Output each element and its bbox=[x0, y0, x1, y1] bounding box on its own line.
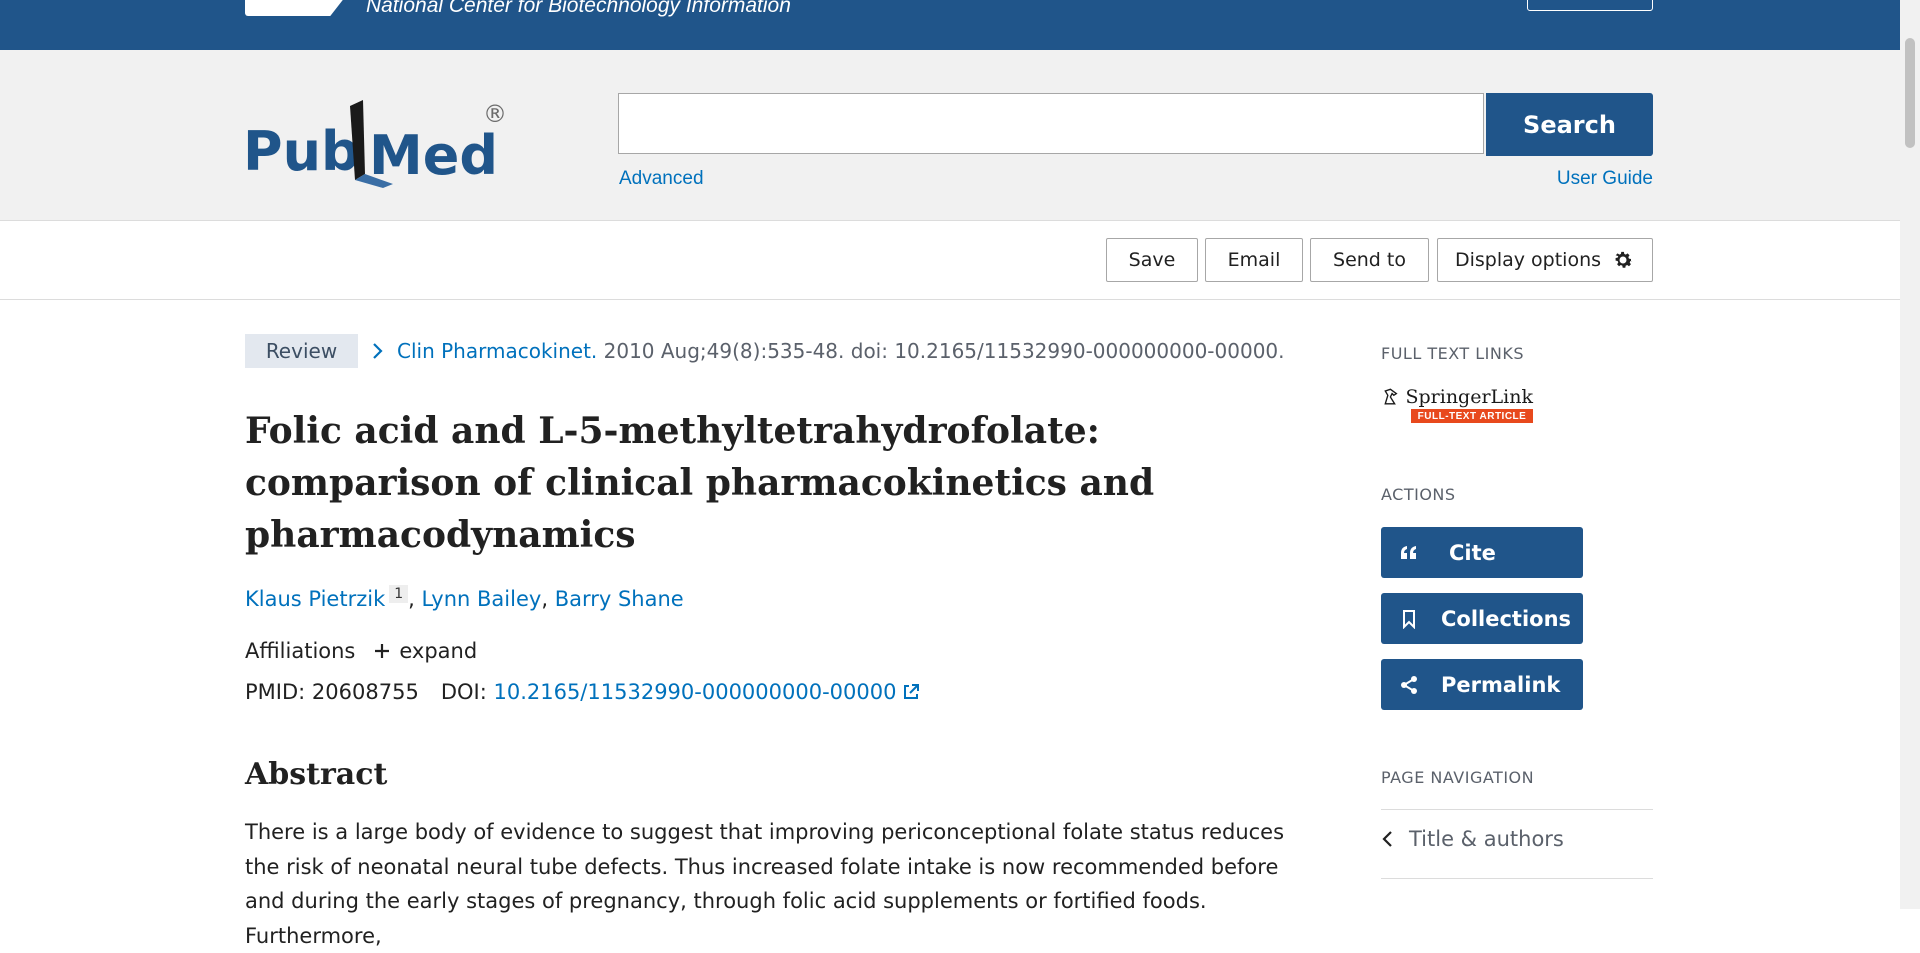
nav-divider bbox=[1381, 809, 1653, 810]
nav-item-label: Title & authors bbox=[1409, 827, 1564, 851]
search-input[interactable] bbox=[618, 93, 1484, 154]
permalink-label: Permalink bbox=[1441, 672, 1561, 697]
authors-list: Klaus Pietrzik 1, Lynn Bailey, Barry Shan… bbox=[245, 585, 684, 611]
send-to-button[interactable]: Send to bbox=[1310, 238, 1429, 282]
ncbi-top-bar: National Center for Biotechnology Inform… bbox=[0, 0, 1900, 50]
article-identifiers: PMID: 20608755 DOI: 10.2165/11532990-000… bbox=[245, 680, 920, 704]
advanced-search-link[interactable]: Advanced bbox=[619, 168, 704, 190]
affiliation-number[interactable]: 1 bbox=[389, 585, 409, 603]
publication-type-badge: Review bbox=[245, 334, 358, 368]
email-button[interactable]: Email bbox=[1205, 238, 1303, 282]
journal-link[interactable]: Clin Pharmacokinet. bbox=[397, 339, 597, 363]
display-options-label: Display options bbox=[1454, 249, 1602, 271]
expand-label: expand bbox=[399, 639, 478, 663]
springerlink-button[interactable]: SpringerLink FULL-TEXT ARTICLE bbox=[1381, 384, 1533, 426]
author-link[interactable]: Barry Shane bbox=[555, 587, 684, 611]
affiliations-label: Affiliations bbox=[245, 639, 356, 663]
abstract-heading: Abstract bbox=[245, 757, 388, 792]
springerlink-label: SpringerLink bbox=[1405, 385, 1533, 408]
user-guide-link[interactable]: User Guide bbox=[1557, 168, 1653, 190]
springerlink-logo: SpringerLink bbox=[1381, 384, 1533, 409]
share-icon bbox=[1401, 675, 1417, 694]
doi-link[interactable]: 10.2165/11532990-000000000-00000 bbox=[493, 680, 896, 704]
springer-horse-icon bbox=[1384, 388, 1398, 405]
actions-heading: ACTIONS bbox=[1381, 485, 1456, 504]
pubmed-logo[interactable]: Pub Med ® bbox=[243, 88, 513, 188]
gear-icon bbox=[1615, 251, 1633, 268]
ncbi-name[interactable]: National Center for Biotechnology Inform… bbox=[366, 0, 791, 18]
article-toolbar: Save Email Send to Display options bbox=[0, 221, 1900, 300]
article-title: Folic acid and L-5-methyltetrahydrofolat… bbox=[245, 410, 1155, 556]
registered-mark: ® bbox=[483, 100, 507, 128]
page-navigation-heading: PAGE NAVIGATION bbox=[1381, 768, 1535, 787]
citation-details: 2010 Aug;49(8):535-48. doi: 10.2165/1153… bbox=[597, 339, 1285, 363]
page-scrollbar[interactable] bbox=[1900, 0, 1920, 909]
external-link-icon[interactable] bbox=[902, 683, 920, 701]
send-to-label: Send to bbox=[1333, 249, 1406, 271]
plus-icon bbox=[375, 644, 390, 658]
collections-button[interactable]: Collections bbox=[1381, 593, 1583, 644]
quote-icon bbox=[1401, 545, 1416, 559]
nav-divider bbox=[1381, 878, 1653, 879]
save-label: Save bbox=[1128, 249, 1176, 271]
email-label: Email bbox=[1227, 249, 1281, 271]
pmid-label: PMID: bbox=[245, 680, 306, 704]
nav-item-title-authors[interactable]: Title & authors bbox=[1381, 827, 1564, 851]
author-link[interactable]: Lynn Bailey bbox=[422, 587, 542, 611]
chevron-left-icon bbox=[1382, 831, 1392, 847]
search-button[interactable]: Search bbox=[1486, 93, 1653, 156]
abstract-text: There is a large body of evidence to sug… bbox=[245, 820, 1285, 948]
save-button[interactable]: Save bbox=[1106, 238, 1198, 282]
author-separator: , bbox=[541, 587, 555, 611]
author-link[interactable]: Klaus Pietrzik bbox=[245, 587, 385, 611]
bookmark-icon bbox=[1403, 609, 1415, 629]
collections-label: Collections bbox=[1441, 606, 1572, 631]
pubmed-logo-text-right: Med bbox=[369, 124, 498, 187]
cite-label: Cite bbox=[1449, 540, 1496, 565]
full-text-article-label: FULL-TEXT ARTICLE bbox=[1411, 409, 1533, 423]
pubmed-logo-text-left: Pub bbox=[243, 120, 360, 183]
permalink-button[interactable]: Permalink bbox=[1381, 659, 1583, 710]
ncbi-logo[interactable] bbox=[245, 0, 349, 16]
citation-line: Clin Pharmacokinet. 2010 Aug;49(8):535-4… bbox=[397, 339, 1285, 363]
affiliations-toggle[interactable]: Affiliations expand bbox=[245, 639, 477, 663]
pubmed-logo-graphic: Pub Med ® bbox=[243, 100, 507, 188]
full-text-links-heading: FULL TEXT LINKS bbox=[1381, 344, 1524, 363]
ncbi-login-button[interactable] bbox=[1527, 0, 1653, 11]
cite-button[interactable]: Cite bbox=[1381, 527, 1583, 578]
pubmed-header: Pub Med ® Search Advanced User Guide bbox=[0, 50, 1900, 221]
chevron-right-icon[interactable] bbox=[371, 342, 385, 360]
scrollbar-thumb[interactable] bbox=[1905, 38, 1915, 148]
article-source: Review Clin Pharmacokinet. 2010 Aug;49(8… bbox=[245, 334, 1285, 368]
doi-label: DOI: bbox=[440, 680, 487, 704]
display-options-button[interactable]: Display options bbox=[1437, 238, 1653, 282]
author-separator: , bbox=[408, 587, 422, 611]
pmid-value: 20608755 bbox=[311, 680, 419, 704]
